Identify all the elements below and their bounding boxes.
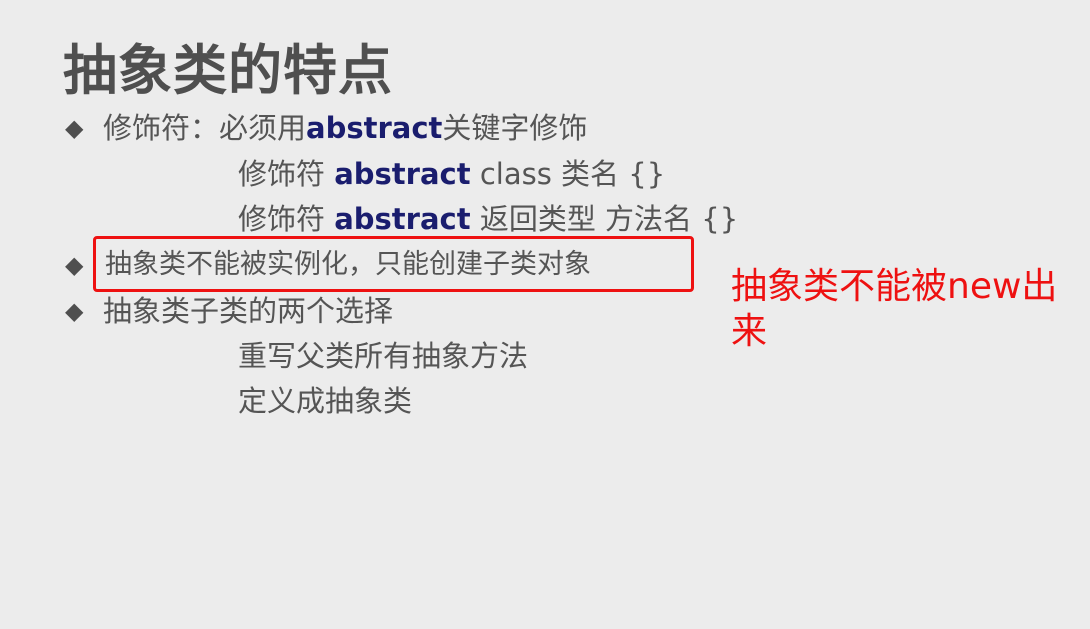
text-segment: 关键字修饰 xyxy=(442,111,588,145)
bullet-diamond-icon: ◆ xyxy=(65,251,84,279)
sub-item-define-abstract: 定义成抽象类 xyxy=(238,384,413,418)
bullet-diamond-icon: ◆ xyxy=(65,297,84,325)
text-segment: 修饰符：必须用 xyxy=(103,111,307,145)
text-segment: class 类名 {} xyxy=(470,157,666,191)
keyword-abstract: abstract xyxy=(306,111,443,145)
annotation-note: 抽象类不能被new出来 xyxy=(731,266,1058,352)
bullet-diamond-icon: ◆ xyxy=(65,114,84,142)
slide: 抽象类的特点 ◆ 修饰符：必须用abstract关键字修饰 修饰符 abstra… xyxy=(0,0,1090,629)
keyword-abstract: abstract xyxy=(334,202,471,236)
slide-title: 抽象类的特点 xyxy=(63,39,393,102)
bullet-item-subclass-choices: 抽象类子类的两个选择 xyxy=(103,294,394,328)
highlight-box xyxy=(93,236,694,292)
sub-item-class-syntax: 修饰符 abstract class 类名 {} xyxy=(238,154,665,194)
keyword-abstract: abstract xyxy=(334,157,471,191)
text-segment: 修饰符 xyxy=(238,202,335,236)
sub-item-override-methods: 重写父类所有抽象方法 xyxy=(238,339,529,373)
text-segment: 返回类型 方法名 {} xyxy=(470,202,739,236)
sub-item-method-syntax: 修饰符 abstract 返回类型 方法名 {} xyxy=(238,199,738,239)
text-segment: 修饰符 xyxy=(238,157,335,191)
bullet-item-modifier: 修饰符：必须用abstract关键字修饰 xyxy=(103,108,587,148)
